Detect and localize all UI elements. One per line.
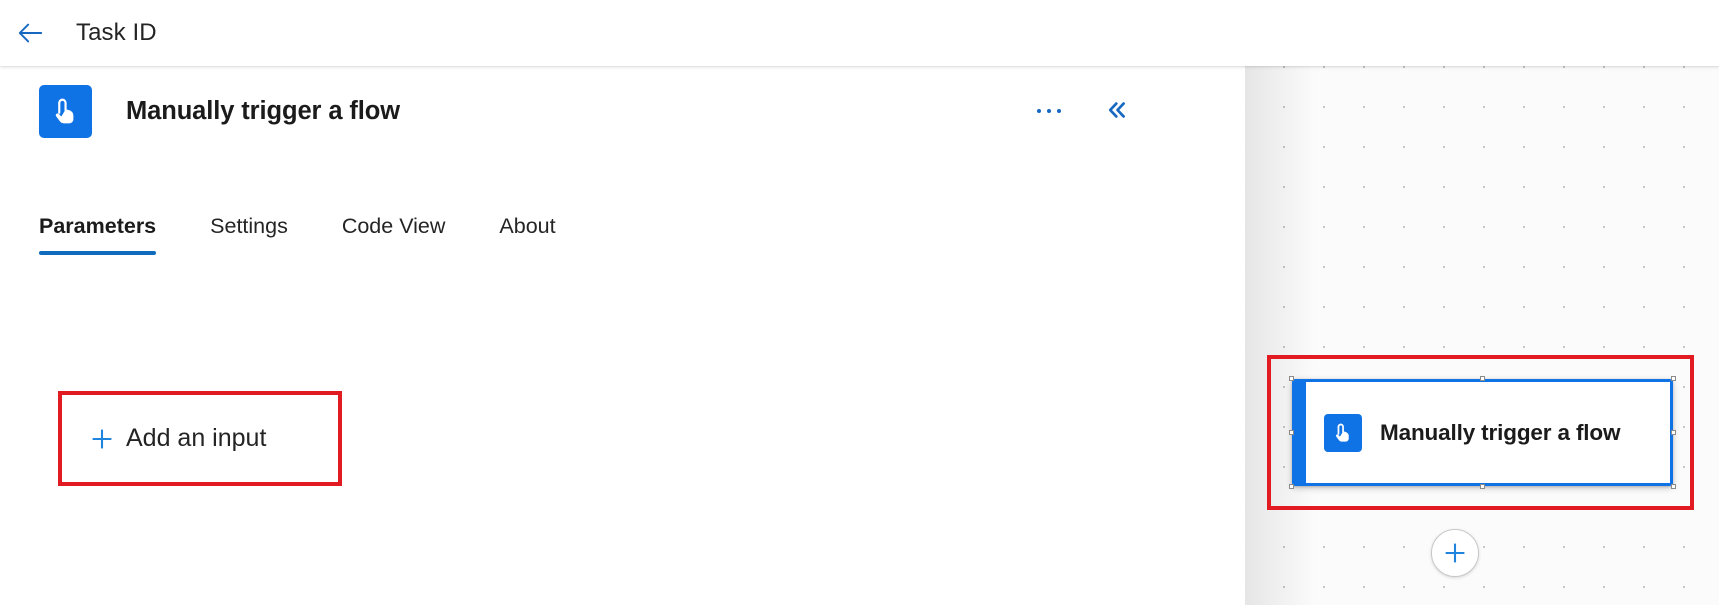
more-options-button[interactable] [1029, 91, 1069, 131]
selection-handle-top-center[interactable] [1480, 376, 1485, 381]
selection-handle-middle-left[interactable] [1289, 430, 1294, 435]
tab-about-label: About [499, 214, 556, 238]
page-title: Task ID [76, 19, 157, 46]
selection-handle-top-right[interactable] [1671, 376, 1676, 381]
trigger-node[interactable]: Manually trigger a flow [1289, 376, 1676, 489]
trigger-node-card[interactable]: Manually trigger a flow [1292, 379, 1673, 486]
manual-trigger-tap-icon [1324, 413, 1362, 452]
selection-handle-top-left[interactable] [1289, 376, 1294, 381]
manual-trigger-tap-icon [39, 84, 92, 138]
panel-header-actions [1029, 66, 1245, 156]
back-button[interactable] [6, 9, 54, 57]
arrow-left-icon [15, 18, 45, 48]
tab-parameters[interactable]: Parameters [39, 214, 157, 255]
selection-handle-middle-right[interactable] [1671, 430, 1676, 435]
tab-code-view[interactable]: Code View [342, 214, 446, 255]
selection-handle-bottom-right[interactable] [1671, 484, 1676, 489]
panel-header: Manually trigger a flow [0, 66, 1245, 156]
double-chevron-left-icon [1105, 98, 1129, 125]
collapse-panel-button[interactable] [1097, 91, 1137, 131]
add-input-annotation: Add an input [58, 391, 342, 486]
tab-settings-label: Settings [210, 214, 288, 238]
canvas-edge-shadow [1245, 66, 1315, 605]
trigger-node-accent-bar [1295, 382, 1306, 483]
add-an-input-button[interactable]: Add an input [88, 420, 268, 457]
tab-about[interactable]: About [499, 214, 555, 255]
tab-code-view-label: Code View [341, 214, 446, 238]
selection-handle-bottom-left[interactable] [1289, 484, 1294, 489]
selection-handle-bottom-center[interactable] [1480, 484, 1485, 489]
plus-icon [90, 427, 114, 451]
top-bar: Task ID [0, 0, 1719, 66]
panel-title: Manually trigger a flow [126, 96, 400, 125]
panel-tabs: Parameters Settings Code View About [39, 214, 556, 255]
tab-settings[interactable]: Settings [210, 214, 288, 255]
flow-designer-screen: Task ID Manually trigger a flow Paramete… [0, 0, 1719, 605]
ellipsis-horizontal-icon [1036, 108, 1062, 114]
tab-parameters-label: Parameters [39, 214, 157, 238]
add-step-button[interactable] [1431, 529, 1479, 577]
trigger-details-panel: Manually trigger a flow Parameters Setti… [0, 66, 1245, 605]
trigger-node-label: Manually trigger a flow [1380, 419, 1621, 445]
flow-canvas[interactable]: Manually trigger a flow [1245, 66, 1719, 605]
plus-icon [1441, 539, 1469, 567]
add-an-input-label: Add an input [126, 424, 267, 452]
